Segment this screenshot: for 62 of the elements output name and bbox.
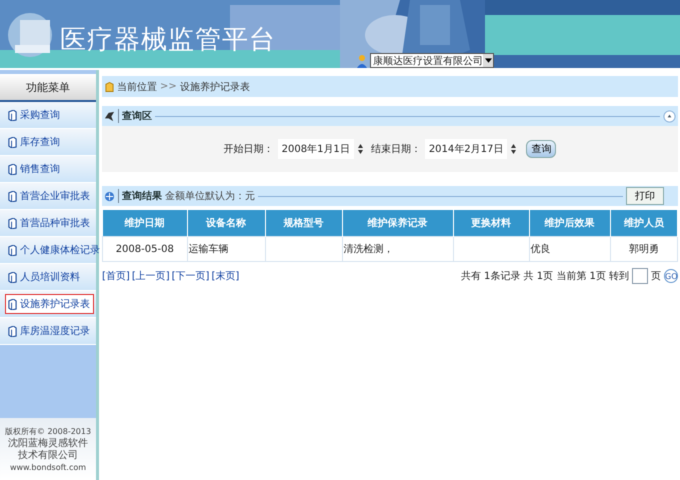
page-summary: 共有 1条记录 共 1页 当前第 1页 转到 [460,270,629,283]
caret-icon [484,58,492,63]
menu-item[interactable]: 库存查询 [5,132,64,152]
book-icon [8,244,17,256]
unit-note: 金额单位默认为：元 [165,190,255,203]
table-cell: 清洗检测， [342,236,453,262]
column-header: 维护后效果 [529,210,610,236]
menu-item[interactable]: 库房温湿度记录 [5,321,94,341]
menu-item[interactable]: 个人健康体检记录 [5,240,104,260]
page-link[interactable]: [上一页] [132,269,170,283]
breadcrumb-label: 当前位置 [117,80,157,94]
copyright-text: www.bondsoft.com [8,462,88,474]
menu-item[interactable]: 采购查询 [5,105,64,125]
book-icon [8,110,17,120]
menu-title: 功能菜单 [0,74,96,102]
book-icon [8,164,17,174]
breadcrumb-current: 设施养护记录表 [180,80,250,94]
panel-title: 查询结果 [118,189,162,203]
start-date-label: 开始日期： [224,142,274,156]
menu-item[interactable]: 首营企业审批表 [5,186,94,206]
column-header: 维护日期 [102,210,187,236]
end-date-label: 结束日期： [370,142,421,156]
menu-item[interactable]: 人员培训资料 [5,267,84,287]
column-header: 更换材料 [453,210,529,236]
copyright-text: 版权所有© 2008-2013 [4,426,92,438]
go-button[interactable]: GO [664,269,678,283]
menu-item[interactable]: 销售查询 [5,159,64,179]
site-title: 医疗器械监管平台 [60,24,276,57]
column-header: 规格型号 [265,210,342,236]
column-header: 设备名称 [187,210,265,236]
menu-item[interactable]: 首营品种审批表 [5,213,94,233]
page-link[interactable]: [末页] [211,269,240,283]
column-header: 维护保养记录 [342,210,453,236]
spinner-icon[interactable] [358,144,363,154]
table-cell: 郭明勇 [610,236,678,262]
company-select[interactable]: 康顺达医疗设置有限公司 [370,53,494,68]
book-icon [8,326,17,336]
print-button[interactable]: 打印 [626,187,664,205]
table-cell: 优良 [529,236,610,262]
end-date-field[interactable]: 2014年2月17日 [424,139,508,159]
book-icon [8,136,17,148]
page-unit: 页 [651,270,661,283]
folder-icon [105,80,114,92]
spinner-icon[interactable] [511,144,516,154]
book-icon [8,190,17,202]
start-date-field[interactable]: 2008年1月1日 [278,139,354,159]
book-icon [8,272,17,282]
book-icon [8,218,17,228]
user-icon [357,54,367,68]
panel-title: 查询区 [118,109,152,123]
table-cell: 运输车辆 [187,236,265,262]
page-link[interactable]: [首页] [102,269,130,283]
page-input[interactable] [632,268,648,284]
book-icon [8,298,17,310]
breadcrumb-separator: >> [160,81,177,92]
column-header: 维护人员 [610,210,678,236]
page-link[interactable]: [下一页] [172,269,210,283]
table-cell: 2008-05-08 [102,236,187,262]
collapse-icon[interactable] [663,110,676,122]
copyright-text: 沈阳蓝梅灵感软件技术有限公司 [7,438,89,462]
query-button[interactable]: 查询 [526,140,556,158]
menu-item[interactable]: 设施养护记录表 [5,294,94,314]
